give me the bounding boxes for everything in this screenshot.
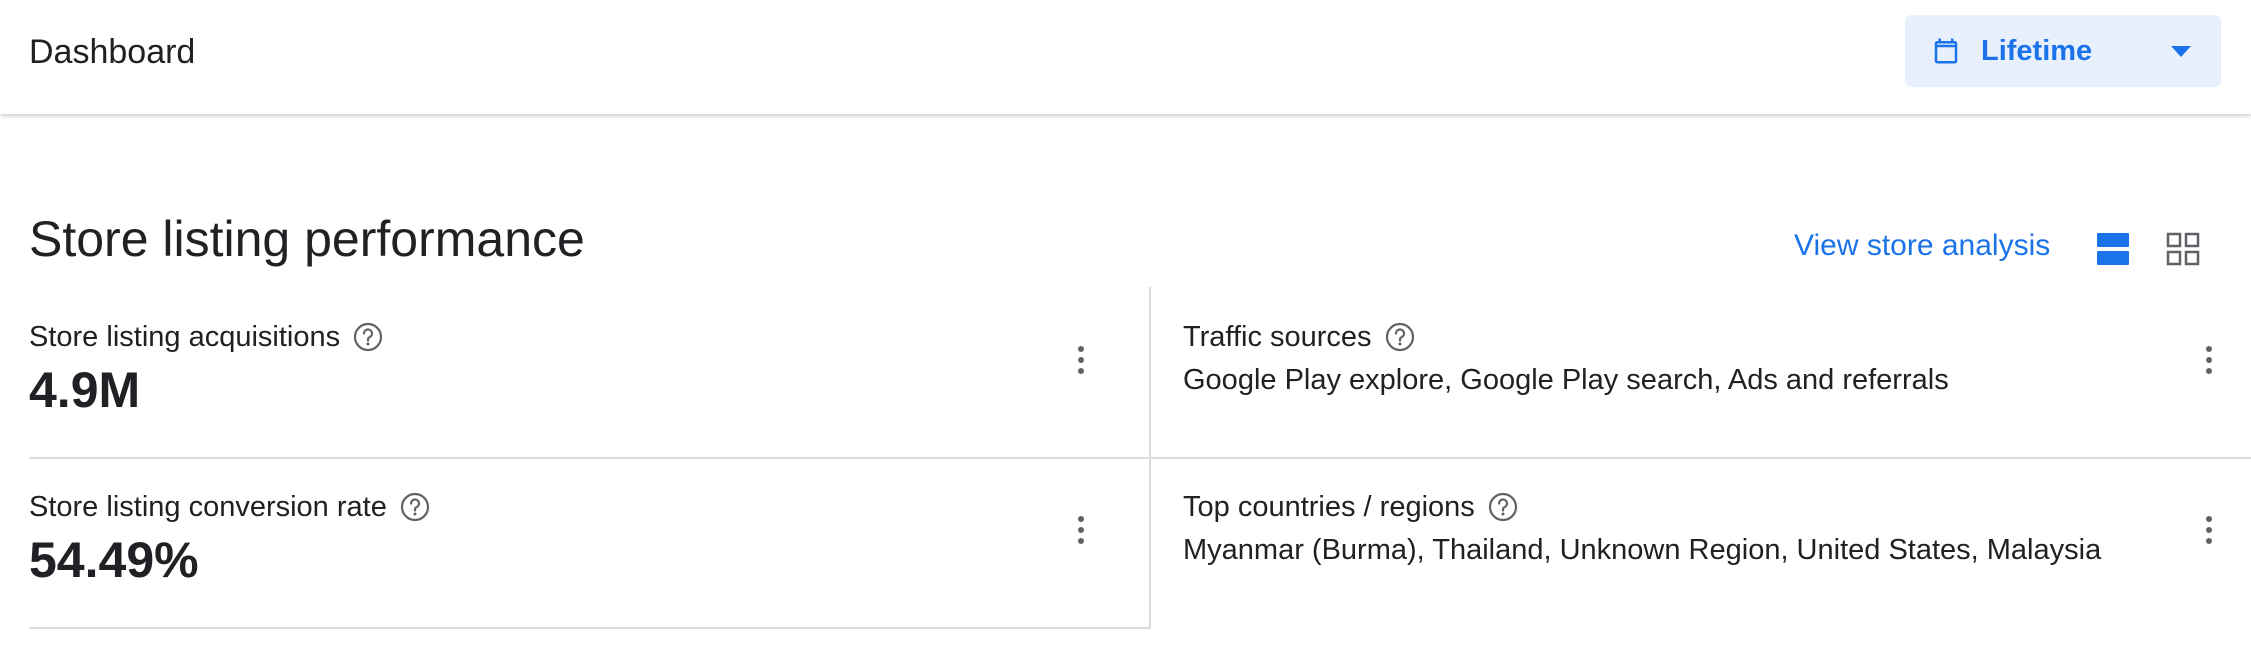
bottom-divider	[29, 627, 1150, 629]
metric-label: Traffic sources	[1183, 321, 1372, 353]
more-vert-icon[interactable]	[2199, 340, 2219, 380]
view-store-analysis-link[interactable]: View store analysis	[1794, 226, 2050, 266]
grid-view-icon[interactable]	[2162, 228, 2204, 270]
list-view-icon[interactable]	[2092, 228, 2134, 270]
metric-label: Top countries / regions	[1183, 491, 1475, 523]
help-icon[interactable]	[352, 321, 384, 353]
metric-card-acquisitions: Store listing acquisitions 4.9M	[29, 287, 1129, 457]
date-range-label: Lifetime	[1981, 35, 2093, 67]
help-icon[interactable]	[1384, 321, 1416, 353]
section-title: Store listing performance	[29, 211, 585, 267]
chevron-down-icon	[2171, 46, 2191, 57]
calendar-icon	[1934, 38, 1958, 64]
more-vert-icon[interactable]	[1071, 510, 1091, 550]
metric-label: Store listing acquisitions	[29, 321, 341, 353]
metric-value: 54.49%	[29, 532, 199, 588]
help-icon[interactable]	[399, 491, 431, 523]
metric-card-conversion-rate: Store listing conversion rate 54.49%	[29, 457, 1129, 627]
date-range-dropdown[interactable]: Lifetime	[1905, 15, 2221, 87]
help-icon[interactable]	[1487, 491, 1519, 523]
metric-card-top-countries: Top countries / regions Myanmar (Burma),…	[1183, 457, 2233, 627]
more-vert-icon[interactable]	[2199, 510, 2219, 550]
more-vert-icon[interactable]	[1071, 340, 1091, 380]
metric-label: Store listing conversion rate	[29, 491, 387, 523]
metrics-grid: Store listing acquisitions 4.9M Traffic …	[29, 287, 2251, 629]
metric-card-traffic-sources: Traffic sources Google Play explore, Goo…	[1183, 287, 2233, 457]
top-bar: Dashboard Lifetime	[0, 0, 2251, 114]
metric-value: Myanmar (Burma), Thailand, Unknown Regio…	[1183, 534, 2102, 566]
metric-value: 4.9M	[29, 362, 141, 418]
page-title: Dashboard	[29, 33, 196, 71]
metric-value: Google Play explore, Google Play search,…	[1183, 364, 1949, 396]
